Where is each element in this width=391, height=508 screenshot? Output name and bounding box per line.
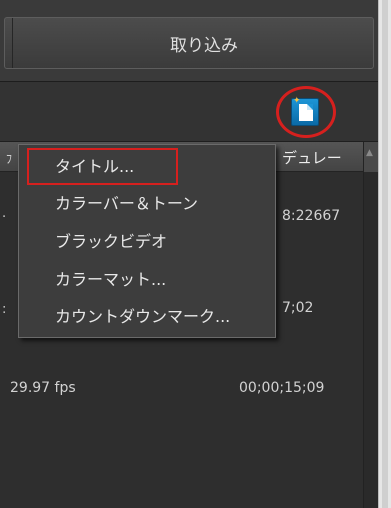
duration-cell: 00;00;15;09 — [239, 380, 325, 396]
window-frame-edge — [378, 0, 391, 508]
import-button-label: 取り込み — [170, 35, 238, 56]
menu-item-countdown[interactable]: カウントダウンマーク... — [55, 303, 230, 327]
menu-item-title[interactable]: タイトル... — [55, 153, 134, 177]
scroll-up-icon[interactable]: ▲ — [366, 148, 373, 158]
scrollbar[interactable] — [363, 172, 378, 508]
panel-header: ✦ — [0, 82, 378, 142]
import-button[interactable]: 取り込み — [4, 17, 374, 69]
toolbar: 取り込み — [0, 0, 378, 82]
table-row[interactable]: 29.97 fps 00;00;15;09 — [0, 376, 362, 404]
duration-cell: 8:22667 — [282, 208, 341, 224]
column-duration[interactable]: デュレー — [282, 147, 342, 168]
duration-cell: 7;02 — [282, 300, 314, 316]
new-item-button[interactable]: ✦ — [291, 96, 319, 126]
context-menu: タイトル... カラーバー＆トーン ブラックビデオ カラーマット... カウント… — [18, 144, 276, 338]
menu-item-color-matte[interactable]: カラーマット... — [55, 266, 166, 290]
menu-item-color-bars-tone[interactable]: カラーバー＆トーン — [55, 190, 198, 214]
column-header-left-edge: ﾌ — [6, 152, 13, 166]
frame-rate-cell: 29.97 fps — [10, 380, 76, 396]
menu-item-black-video[interactable]: ブラックビデオ — [55, 228, 167, 252]
sparkle-icon: ✦ — [293, 96, 301, 106]
